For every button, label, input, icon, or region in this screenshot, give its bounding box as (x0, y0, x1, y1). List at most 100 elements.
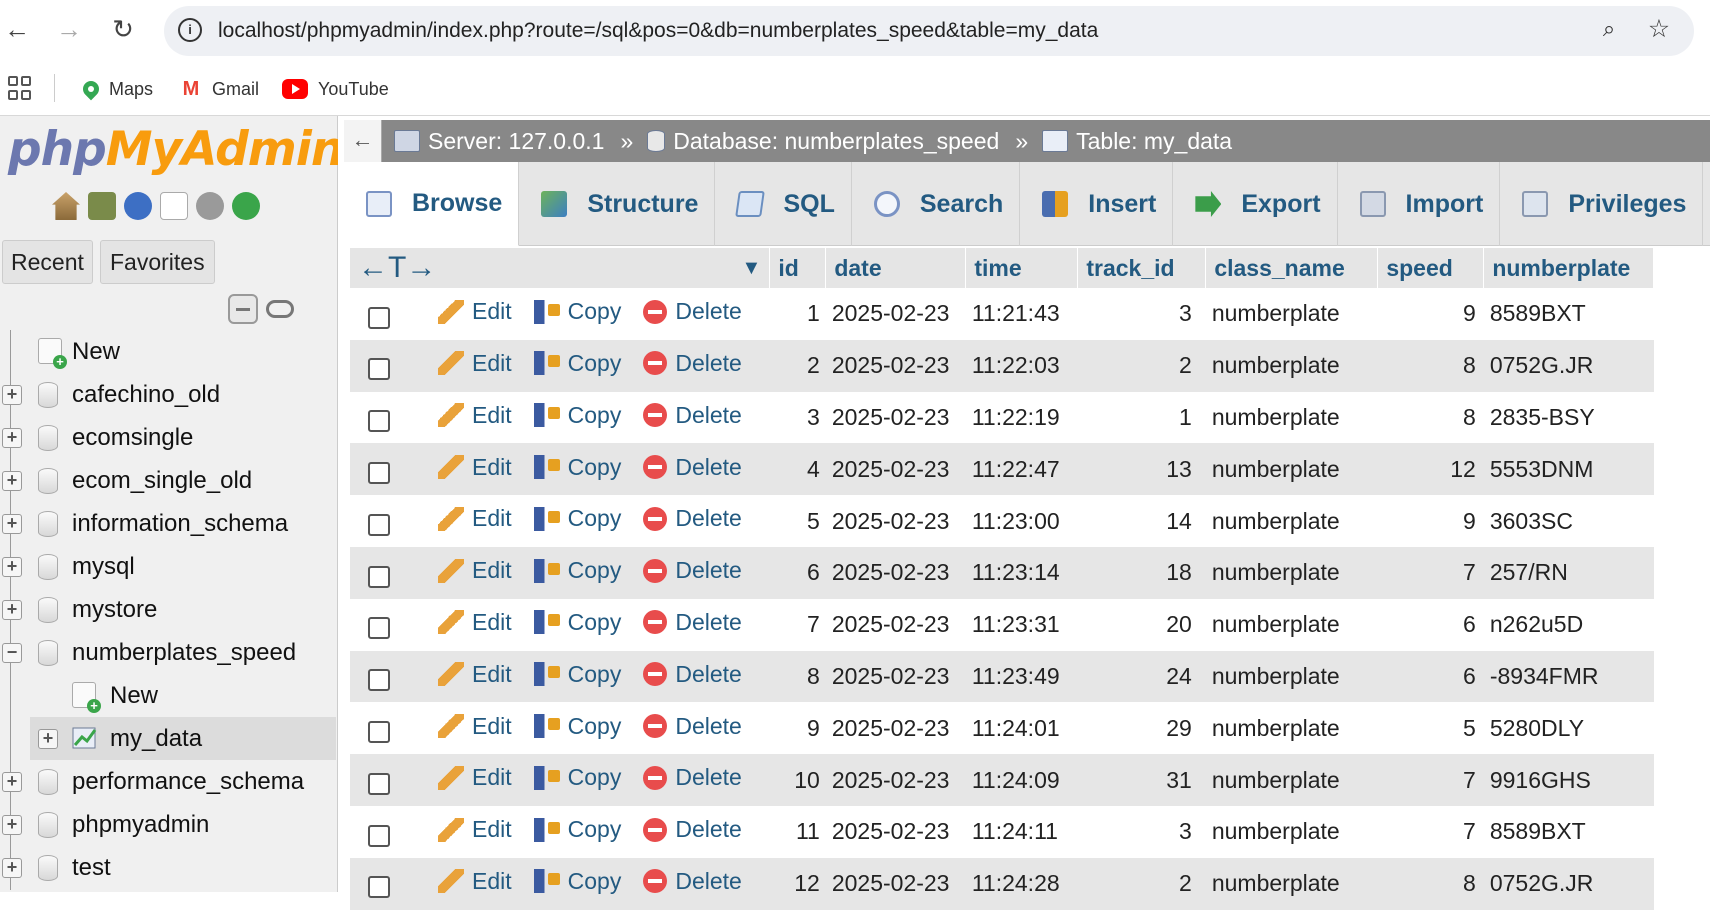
cell-track-id[interactable]: 1 (1077, 391, 1206, 444)
cell-numberplate[interactable]: 2835-BSY (1483, 391, 1654, 444)
delete-row-button[interactable]: Delete (643, 298, 742, 325)
cell-class-name[interactable]: numberplate (1205, 339, 1378, 392)
cell-numberplate[interactable]: 8589BXT (1483, 805, 1654, 858)
delete-row-button[interactable]: Delete (643, 505, 742, 532)
breadcrumb-database[interactable]: Database: numberplates_speed (673, 128, 999, 155)
column-resize-icon[interactable]: ←T→ (358, 251, 436, 284)
edit-row-button[interactable]: Edit (438, 868, 512, 895)
cell-id[interactable]: 4 (769, 443, 826, 496)
cell-date[interactable]: 2025-02-23 (825, 391, 966, 444)
copy-row-button[interactable]: Copy (533, 505, 621, 532)
cell-track-id[interactable]: 20 (1077, 598, 1206, 651)
cell-speed[interactable]: 8 (1377, 339, 1484, 392)
column-header-class-name[interactable]: class_name (1205, 248, 1379, 288)
tree-item-cafechino-old[interactable]: + cafechino_old (0, 373, 336, 416)
edit-row-button[interactable]: Edit (438, 816, 512, 843)
copy-row-button[interactable]: Copy (533, 764, 621, 791)
link-with-main-icon[interactable] (266, 300, 294, 318)
delete-row-button[interactable]: Delete (643, 764, 742, 791)
column-header-track-id[interactable]: track_id (1077, 248, 1207, 288)
delete-row-button[interactable]: Delete (643, 454, 742, 481)
tree-item-ecom-single-old[interactable]: + ecom_single_old (0, 459, 336, 502)
favorite-tables-tab[interactable]: Favorites (100, 240, 215, 284)
cell-id[interactable]: 5 (769, 495, 826, 547)
phpmyadmin-logo[interactable]: phpMyAdmin (8, 122, 344, 177)
expand-icon[interactable]: + (2, 815, 22, 835)
cell-id[interactable]: 1 (769, 288, 826, 340)
delete-row-button[interactable]: Delete (643, 609, 742, 636)
column-header-numberplate[interactable]: numberplate (1483, 248, 1654, 288)
copy-row-button[interactable]: Copy (533, 816, 621, 843)
cell-numberplate[interactable]: 9916GHS (1483, 754, 1654, 806)
cell-speed[interactable]: 6 (1377, 650, 1484, 703)
copy-row-button[interactable]: Copy (533, 661, 621, 688)
delete-row-button[interactable]: Delete (643, 402, 742, 429)
tree-item-numberplates-speed[interactable]: − numberplates_speed (0, 631, 336, 674)
tab-privileges[interactable]: Privileges (1500, 162, 1704, 246)
cell-time[interactable]: 11:23:49 (965, 650, 1078, 703)
copy-row-button[interactable]: Copy (533, 557, 621, 584)
cell-date[interactable]: 2025-02-23 (825, 857, 966, 910)
cell-time[interactable]: 11:24:09 (965, 754, 1078, 806)
copy-row-button[interactable]: Copy (533, 298, 621, 325)
cell-speed[interactable]: 7 (1377, 546, 1484, 599)
cell-numberplate[interactable]: 257/RN (1483, 546, 1654, 599)
edit-row-button[interactable]: Edit (438, 350, 512, 377)
cell-track-id[interactable]: 14 (1077, 495, 1206, 547)
row-checkbox[interactable] (368, 876, 390, 899)
tree-item-new[interactable]: New (0, 330, 336, 373)
site-info-icon[interactable]: i (178, 18, 202, 42)
cell-id[interactable]: 2 (769, 339, 826, 392)
cell-class-name[interactable]: numberplate (1205, 702, 1378, 755)
cell-speed[interactable]: 8 (1377, 391, 1484, 444)
cell-class-name[interactable]: numberplate (1205, 288, 1378, 340)
copy-row-button[interactable]: Copy (533, 868, 621, 895)
bookmark-youtube[interactable]: YouTube (282, 74, 389, 104)
copy-row-button[interactable]: Copy (533, 609, 621, 636)
row-checkbox[interactable] (368, 513, 390, 536)
back-icon[interactable]: ← (0, 12, 34, 46)
cell-class-name[interactable]: numberplate (1205, 598, 1378, 651)
zoom-icon[interactable]: ⌕ (1594, 16, 1624, 46)
cell-id[interactable]: 6 (769, 546, 826, 599)
cell-class-name[interactable]: numberplate (1205, 857, 1378, 910)
cell-speed[interactable]: 7 (1377, 754, 1484, 806)
edit-row-button[interactable]: Edit (438, 454, 512, 481)
edit-row-button[interactable]: Edit (438, 764, 512, 791)
row-checkbox[interactable] (368, 306, 390, 329)
tab-structure[interactable]: Structure (519, 162, 716, 246)
cell-id[interactable]: 12 (769, 857, 826, 910)
help-icon[interactable] (124, 192, 152, 220)
cell-class-name[interactable]: numberplate (1205, 391, 1378, 444)
recent-tables-tab[interactable]: Recent (2, 240, 93, 284)
cell-numberplate[interactable]: 8589BXT (1483, 288, 1654, 340)
cell-class-name[interactable]: numberplate (1205, 443, 1378, 496)
tree-item-new-table[interactable]: New (0, 674, 336, 717)
cell-track-id[interactable]: 29 (1077, 702, 1206, 755)
bookmark-star-icon[interactable]: ☆ (1644, 14, 1674, 44)
cell-track-id[interactable]: 24 (1077, 650, 1206, 703)
edit-row-button[interactable]: Edit (438, 505, 512, 532)
bookmark-gmail[interactable]: M Gmail (180, 74, 259, 104)
cell-id[interactable]: 10 (769, 754, 826, 806)
row-checkbox[interactable] (368, 461, 390, 484)
edit-row-button[interactable]: Edit (438, 298, 512, 325)
row-checkbox[interactable] (368, 358, 390, 381)
cell-time[interactable]: 11:23:31 (965, 598, 1078, 651)
cell-date[interactable]: 2025-02-23 (825, 495, 966, 547)
cell-numberplate[interactable]: 0752G.JR (1483, 857, 1654, 910)
edit-row-button[interactable]: Edit (438, 609, 512, 636)
copy-row-button[interactable]: Copy (533, 454, 621, 481)
cell-numberplate[interactable]: n262u5D (1483, 598, 1654, 651)
reload-navigation-icon[interactable] (232, 192, 260, 220)
tree-item-performance-schema[interactable]: + performance_schema (0, 760, 336, 803)
cell-time[interactable]: 11:22:19 (965, 391, 1078, 444)
row-checkbox[interactable] (368, 617, 390, 640)
row-checkbox[interactable] (368, 410, 390, 433)
breadcrumb-server[interactable]: Server: 127.0.0.1 (428, 128, 604, 155)
breadcrumb-table[interactable]: Table: my_data (1076, 128, 1232, 155)
cell-numberplate[interactable]: 0752G.JR (1483, 339, 1654, 392)
cell-date[interactable]: 2025-02-23 (825, 288, 966, 340)
cell-time[interactable]: 11:24:28 (965, 857, 1078, 910)
column-header-time[interactable]: time (965, 248, 1079, 288)
